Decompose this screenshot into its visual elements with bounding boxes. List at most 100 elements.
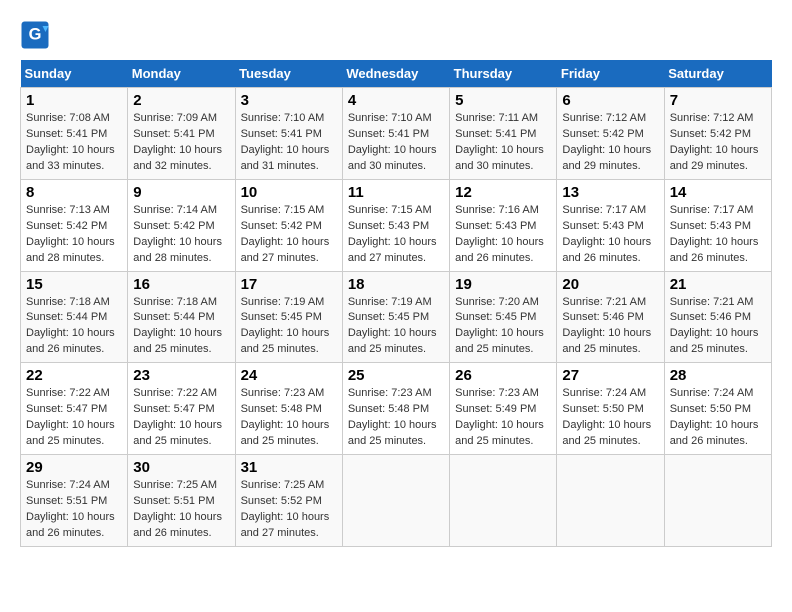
day-info: Sunrise: 7:25 AMSunset: 5:51 PMDaylight:…	[133, 479, 222, 539]
calendar-cell: 18 Sunrise: 7:19 AMSunset: 5:45 PMDaylig…	[342, 271, 449, 363]
day-info: Sunrise: 7:24 AMSunset: 5:51 PMDaylight:…	[26, 479, 115, 539]
calendar-cell: 12 Sunrise: 7:16 AMSunset: 5:43 PMDaylig…	[450, 179, 557, 271]
day-number: 11	[348, 184, 444, 201]
day-info: Sunrise: 7:23 AMSunset: 5:48 PMDaylight:…	[241, 387, 330, 447]
day-number: 16	[133, 276, 229, 293]
calendar-cell: 2 Sunrise: 7:09 AMSunset: 5:41 PMDayligh…	[128, 88, 235, 180]
calendar-cell: 13 Sunrise: 7:17 AMSunset: 5:43 PMDaylig…	[557, 179, 664, 271]
calendar-cell: 5 Sunrise: 7:11 AMSunset: 5:41 PMDayligh…	[450, 88, 557, 180]
day-info: Sunrise: 7:19 AMSunset: 5:45 PMDaylight:…	[241, 296, 330, 356]
calendar-cell: 8 Sunrise: 7:13 AMSunset: 5:42 PMDayligh…	[21, 179, 128, 271]
logo: G	[20, 20, 54, 50]
day-number: 1	[26, 92, 122, 109]
day-info: Sunrise: 7:17 AMSunset: 5:43 PMDaylight:…	[562, 204, 651, 264]
calendar-cell: 7 Sunrise: 7:12 AMSunset: 5:42 PMDayligh…	[664, 88, 771, 180]
calendar-cell: 6 Sunrise: 7:12 AMSunset: 5:42 PMDayligh…	[557, 88, 664, 180]
day-info: Sunrise: 7:18 AMSunset: 5:44 PMDaylight:…	[133, 296, 222, 356]
day-number: 15	[26, 276, 122, 293]
day-info: Sunrise: 7:22 AMSunset: 5:47 PMDaylight:…	[133, 387, 222, 447]
day-info: Sunrise: 7:12 AMSunset: 5:42 PMDaylight:…	[562, 112, 651, 172]
day-number: 2	[133, 92, 229, 109]
day-number: 4	[348, 92, 444, 109]
day-info: Sunrise: 7:23 AMSunset: 5:48 PMDaylight:…	[348, 387, 437, 447]
col-header-monday: Monday	[128, 60, 235, 88]
day-number: 10	[241, 184, 337, 201]
day-number: 19	[455, 276, 551, 293]
calendar-cell: 15 Sunrise: 7:18 AMSunset: 5:44 PMDaylig…	[21, 271, 128, 363]
day-number: 22	[26, 367, 122, 384]
calendar-cell	[450, 455, 557, 547]
day-number: 23	[133, 367, 229, 384]
day-info: Sunrise: 7:22 AMSunset: 5:47 PMDaylight:…	[26, 387, 115, 447]
calendar-cell: 14 Sunrise: 7:17 AMSunset: 5:43 PMDaylig…	[664, 179, 771, 271]
calendar-cell: 3 Sunrise: 7:10 AMSunset: 5:41 PMDayligh…	[235, 88, 342, 180]
day-info: Sunrise: 7:10 AMSunset: 5:41 PMDaylight:…	[241, 112, 330, 172]
day-number: 6	[562, 92, 658, 109]
day-number: 30	[133, 459, 229, 476]
day-number: 20	[562, 276, 658, 293]
calendar-cell	[557, 455, 664, 547]
calendar-cell: 1 Sunrise: 7:08 AMSunset: 5:41 PMDayligh…	[21, 88, 128, 180]
day-number: 8	[26, 184, 122, 201]
day-info: Sunrise: 7:17 AMSunset: 5:43 PMDaylight:…	[670, 204, 759, 264]
day-info: Sunrise: 7:13 AMSunset: 5:42 PMDaylight:…	[26, 204, 115, 264]
day-info: Sunrise: 7:11 AMSunset: 5:41 PMDaylight:…	[455, 112, 544, 172]
week-row-3: 15 Sunrise: 7:18 AMSunset: 5:44 PMDaylig…	[21, 271, 772, 363]
day-info: Sunrise: 7:09 AMSunset: 5:41 PMDaylight:…	[133, 112, 222, 172]
col-header-sunday: Sunday	[21, 60, 128, 88]
calendar-table: SundayMondayTuesdayWednesdayThursdayFrid…	[20, 60, 772, 547]
page-header: G	[20, 20, 772, 50]
calendar-cell: 17 Sunrise: 7:19 AMSunset: 5:45 PMDaylig…	[235, 271, 342, 363]
day-number: 29	[26, 459, 122, 476]
day-info: Sunrise: 7:15 AMSunset: 5:42 PMDaylight:…	[241, 204, 330, 264]
day-info: Sunrise: 7:19 AMSunset: 5:45 PMDaylight:…	[348, 296, 437, 356]
calendar-cell: 26 Sunrise: 7:23 AMSunset: 5:49 PMDaylig…	[450, 363, 557, 455]
day-number: 21	[670, 276, 766, 293]
day-info: Sunrise: 7:15 AMSunset: 5:43 PMDaylight:…	[348, 204, 437, 264]
svg-text:G: G	[29, 26, 42, 44]
day-info: Sunrise: 7:21 AMSunset: 5:46 PMDaylight:…	[562, 296, 651, 356]
day-info: Sunrise: 7:20 AMSunset: 5:45 PMDaylight:…	[455, 296, 544, 356]
day-number: 12	[455, 184, 551, 201]
col-header-friday: Friday	[557, 60, 664, 88]
day-number: 14	[670, 184, 766, 201]
calendar-cell: 19 Sunrise: 7:20 AMSunset: 5:45 PMDaylig…	[450, 271, 557, 363]
day-info: Sunrise: 7:16 AMSunset: 5:43 PMDaylight:…	[455, 204, 544, 264]
week-row-1: 1 Sunrise: 7:08 AMSunset: 5:41 PMDayligh…	[21, 88, 772, 180]
calendar-cell: 31 Sunrise: 7:25 AMSunset: 5:52 PMDaylig…	[235, 455, 342, 547]
week-row-5: 29 Sunrise: 7:24 AMSunset: 5:51 PMDaylig…	[21, 455, 772, 547]
calendar-cell	[664, 455, 771, 547]
day-info: Sunrise: 7:12 AMSunset: 5:42 PMDaylight:…	[670, 112, 759, 172]
day-number: 9	[133, 184, 229, 201]
calendar-cell: 24 Sunrise: 7:23 AMSunset: 5:48 PMDaylig…	[235, 363, 342, 455]
calendar-cell: 11 Sunrise: 7:15 AMSunset: 5:43 PMDaylig…	[342, 179, 449, 271]
day-info: Sunrise: 7:24 AMSunset: 5:50 PMDaylight:…	[670, 387, 759, 447]
calendar-cell: 22 Sunrise: 7:22 AMSunset: 5:47 PMDaylig…	[21, 363, 128, 455]
day-number: 17	[241, 276, 337, 293]
calendar-cell: 9 Sunrise: 7:14 AMSunset: 5:42 PMDayligh…	[128, 179, 235, 271]
day-number: 24	[241, 367, 337, 384]
day-number: 5	[455, 92, 551, 109]
day-number: 28	[670, 367, 766, 384]
calendar-cell: 10 Sunrise: 7:15 AMSunset: 5:42 PMDaylig…	[235, 179, 342, 271]
day-info: Sunrise: 7:23 AMSunset: 5:49 PMDaylight:…	[455, 387, 544, 447]
calendar-cell: 27 Sunrise: 7:24 AMSunset: 5:50 PMDaylig…	[557, 363, 664, 455]
col-header-tuesday: Tuesday	[235, 60, 342, 88]
day-info: Sunrise: 7:25 AMSunset: 5:52 PMDaylight:…	[241, 479, 330, 539]
day-number: 27	[562, 367, 658, 384]
day-number: 7	[670, 92, 766, 109]
day-number: 26	[455, 367, 551, 384]
calendar-cell: 4 Sunrise: 7:10 AMSunset: 5:41 PMDayligh…	[342, 88, 449, 180]
col-header-saturday: Saturday	[664, 60, 771, 88]
day-info: Sunrise: 7:14 AMSunset: 5:42 PMDaylight:…	[133, 204, 222, 264]
calendar-cell: 16 Sunrise: 7:18 AMSunset: 5:44 PMDaylig…	[128, 271, 235, 363]
calendar-cell: 25 Sunrise: 7:23 AMSunset: 5:48 PMDaylig…	[342, 363, 449, 455]
day-info: Sunrise: 7:21 AMSunset: 5:46 PMDaylight:…	[670, 296, 759, 356]
day-info: Sunrise: 7:08 AMSunset: 5:41 PMDaylight:…	[26, 112, 115, 172]
week-row-4: 22 Sunrise: 7:22 AMSunset: 5:47 PMDaylig…	[21, 363, 772, 455]
week-row-2: 8 Sunrise: 7:13 AMSunset: 5:42 PMDayligh…	[21, 179, 772, 271]
calendar-cell: 30 Sunrise: 7:25 AMSunset: 5:51 PMDaylig…	[128, 455, 235, 547]
day-number: 13	[562, 184, 658, 201]
calendar-cell	[342, 455, 449, 547]
calendar-cell: 29 Sunrise: 7:24 AMSunset: 5:51 PMDaylig…	[21, 455, 128, 547]
